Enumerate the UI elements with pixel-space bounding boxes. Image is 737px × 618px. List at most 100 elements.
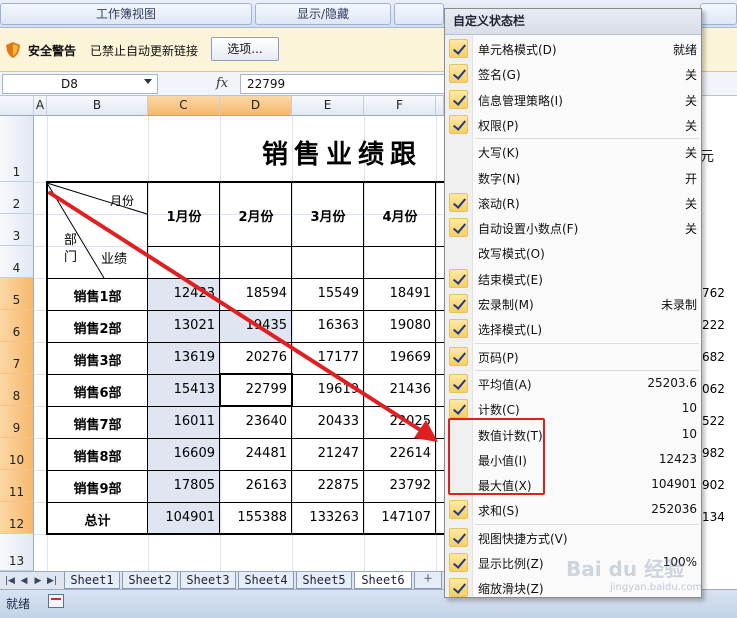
- menu-item[interactable]: 大写(K) 关: [445, 139, 701, 164]
- value-cell[interactable]: 147107: [364, 510, 436, 525]
- value-cell[interactable]: 13021: [148, 318, 220, 333]
- menu-item[interactable]: 宏录制(M) 未录制: [445, 291, 701, 316]
- menu-item[interactable]: 签名(G) 关: [445, 61, 701, 86]
- row-header-10[interactable]: 10: [0, 438, 34, 470]
- select-all-corner[interactable]: [0, 96, 34, 116]
- value-cell[interactable]: 22875: [292, 478, 364, 493]
- menu-item[interactable]: 结束模式(E): [445, 266, 701, 291]
- chevron-down-icon[interactable]: [144, 79, 152, 84]
- insert-function-icon[interactable]: fx: [216, 76, 228, 91]
- value-cell[interactable]: 24481: [220, 446, 292, 461]
- menu-item[interactable]: 数字(N) 开: [445, 165, 701, 190]
- value-cell[interactable]: 17805: [148, 478, 220, 493]
- sheet-tab-3[interactable]: Sheet3: [180, 572, 236, 589]
- value-cell[interactable]: 17177: [292, 350, 364, 365]
- value-cell[interactable]: 22025: [364, 414, 436, 429]
- options-button[interactable]: 选项...: [211, 37, 279, 61]
- row-header-13[interactable]: 13: [0, 534, 34, 571]
- menu-item[interactable]: 求和(S) 252036: [445, 497, 701, 522]
- value-cell[interactable]: 16011: [148, 414, 220, 429]
- value-cell[interactable]: 20433: [292, 414, 364, 429]
- value-cell[interactable]: 20276: [220, 350, 292, 365]
- menu-item[interactable]: 改写模式(O): [445, 240, 701, 265]
- menu-item[interactable]: 平均值(A) 25203.6: [445, 371, 701, 396]
- row-header-7[interactable]: 7: [0, 342, 34, 374]
- value-cell[interactable]: 18491: [364, 286, 436, 301]
- row-header-11[interactable]: 11: [0, 470, 34, 502]
- row-header-5[interactable]: 5: [0, 278, 34, 310]
- macro-record-icon[interactable]: [48, 594, 64, 608]
- column-header-c[interactable]: C: [148, 96, 220, 116]
- column-header-f[interactable]: F: [364, 96, 436, 116]
- row-header-4[interactable]: 4: [0, 246, 34, 278]
- insert-sheet-icon[interactable]: ＋: [414, 572, 442, 589]
- value-cell[interactable]: 19669: [364, 350, 436, 365]
- column-header-g[interactable]: [436, 96, 444, 116]
- sheet-tab-6[interactable]: Sheet6: [354, 572, 412, 589]
- row-header-8[interactable]: 8: [0, 374, 34, 406]
- prev-sheet-icon[interactable]: ◀: [18, 574, 30, 588]
- value-cell[interactable]: 18594: [220, 286, 292, 301]
- menu-item[interactable]: 自动设置小数点(F) 关: [445, 215, 701, 240]
- row-header-2[interactable]: 2: [0, 182, 34, 214]
- value-cell[interactable]: 21247: [292, 446, 364, 461]
- value-cell[interactable]: 19435: [220, 318, 292, 333]
- value-cell[interactable]: 16609: [148, 446, 220, 461]
- value-cell[interactable]: 22614: [364, 446, 436, 461]
- sheet-tab-1[interactable]: Sheet1: [64, 572, 120, 589]
- value-cell[interactable]: 133263: [292, 510, 364, 525]
- last-sheet-icon[interactable]: ▶|: [46, 574, 58, 588]
- value-cell[interactable]: 19619: [292, 382, 364, 397]
- ribbon-group-show-hide[interactable]: 显示/隐藏: [255, 3, 391, 25]
- value-cell[interactable]: 21436: [364, 382, 436, 397]
- name-box[interactable]: D8: [2, 74, 158, 94]
- value-cell[interactable]: 16363: [292, 318, 364, 333]
- value-cell[interactable]: 15549: [292, 286, 364, 301]
- row-header-6[interactable]: 6: [0, 310, 34, 342]
- menu-item[interactable]: 单元格模式(D) 就绪: [445, 36, 701, 61]
- next-sheet-icon[interactable]: ▶: [32, 574, 44, 588]
- sheet-tab-5[interactable]: Sheet5: [296, 572, 352, 589]
- dept-cell[interactable]: 销售8部: [47, 446, 148, 465]
- sheet-tab-2[interactable]: Sheet2: [122, 572, 178, 589]
- ribbon-group-more[interactable]: [394, 3, 444, 25]
- dept-cell[interactable]: 销售9部: [47, 478, 148, 497]
- first-sheet-icon[interactable]: |◀: [4, 574, 16, 588]
- menu-item-label: 求和(S): [478, 504, 519, 519]
- dept-cell[interactable]: 销售6部: [47, 382, 148, 401]
- menu-item[interactable]: 页码(P): [445, 344, 701, 369]
- value-cell[interactable]: 15413: [148, 382, 220, 397]
- menu-item[interactable]: 选择模式(L): [445, 316, 701, 341]
- menu-item[interactable]: 权限(P) 关: [445, 112, 701, 137]
- value-cell[interactable]: 23792: [364, 478, 436, 493]
- value-cell[interactable]: 19080: [364, 318, 436, 333]
- formula-input[interactable]: 22799: [240, 74, 450, 94]
- value-cell[interactable]: 104901: [148, 510, 220, 525]
- row-header-9[interactable]: 9: [0, 406, 34, 438]
- column-header-e[interactable]: E: [292, 96, 364, 116]
- ribbon-group-workbook-views[interactable]: 工作簿视图: [0, 3, 252, 25]
- row-header-3[interactable]: 3: [0, 214, 34, 246]
- row-header-1[interactable]: 1: [0, 116, 34, 182]
- dept-cell[interactable]: 销售3部: [47, 350, 148, 369]
- dept-cell[interactable]: 总计: [47, 510, 148, 529]
- column-header-b[interactable]: B: [47, 96, 148, 116]
- menu-item[interactable]: 滚动(R) 关: [445, 190, 701, 215]
- row-header-12[interactable]: 12: [0, 502, 34, 534]
- active-cell-d8[interactable]: [219, 373, 293, 407]
- dept-cell[interactable]: 销售2部: [47, 318, 148, 337]
- value-cell[interactable]: 23640: [220, 414, 292, 429]
- column-header-a[interactable]: A: [34, 96, 47, 116]
- dept-cell[interactable]: 销售7部: [47, 414, 148, 433]
- value-cell[interactable]: 13619: [148, 350, 220, 365]
- column-header-d[interactable]: D: [220, 96, 292, 116]
- ribbon-group-right[interactable]: [700, 3, 737, 25]
- dept-cell[interactable]: 销售1部: [47, 286, 148, 305]
- menu-item[interactable]: 信息管理策略(I) 关: [445, 87, 701, 112]
- value-cell[interactable]: 26163: [220, 478, 292, 493]
- value-cell[interactable]: 155388: [220, 510, 292, 525]
- sheet-tab-4[interactable]: Sheet4: [238, 572, 294, 589]
- menu-item-label: 宏录制(M): [478, 298, 534, 312]
- value-cell[interactable]: 12423: [148, 286, 220, 301]
- menu-item[interactable]: 视图快捷方式(V): [445, 525, 701, 550]
